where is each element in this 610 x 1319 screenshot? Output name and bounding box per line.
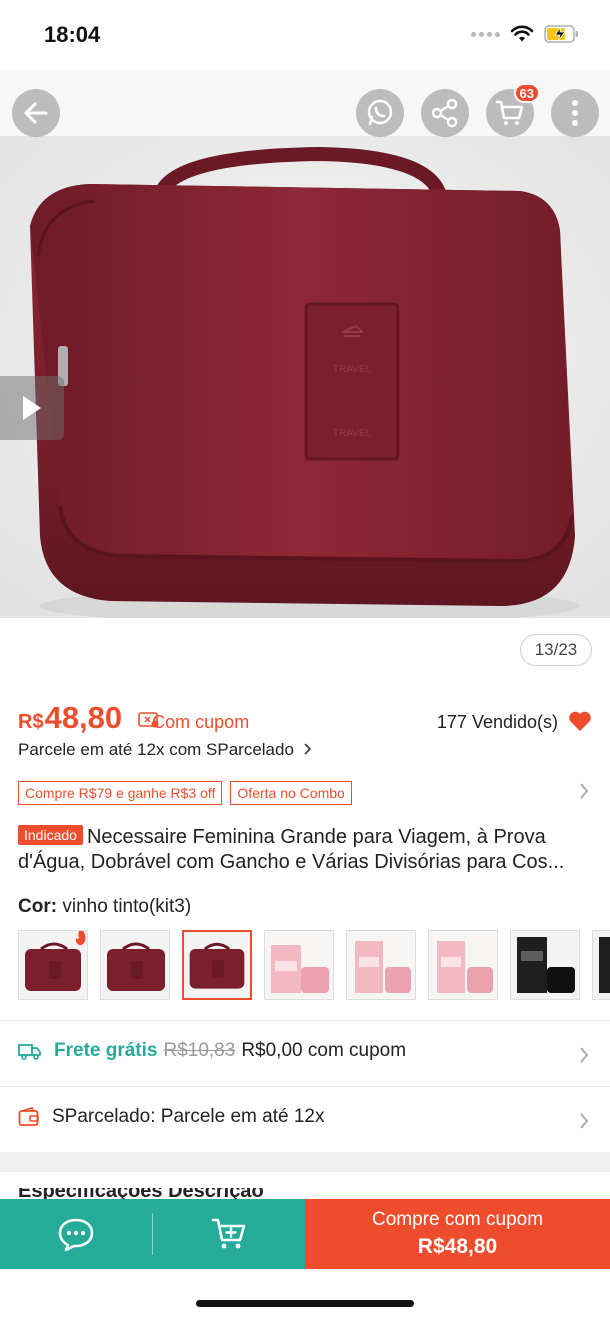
status-bar: 18:04 [0, 0, 610, 70]
home-indicator [196, 1300, 414, 1307]
chevron-right-icon[interactable] [578, 1045, 590, 1065]
buy-with-coupon-button[interactable]: Compre com cupom R$48,80 [305, 1199, 610, 1269]
wifi-icon [510, 25, 534, 42]
chevron-right-icon [304, 743, 311, 755]
more-button[interactable] [551, 89, 599, 137]
battery-icon [544, 25, 578, 43]
fire-icon [75, 931, 86, 946]
variant-thumbnails [18, 930, 610, 1002]
variant-label-key: Cor: [18, 896, 58, 917]
variant-thumb-2[interactable] [100, 930, 170, 1000]
whatsapp-icon [367, 99, 393, 126]
video-play-button[interactable] [0, 376, 64, 440]
sold-count: 177 Vendido(s) [436, 712, 558, 732]
variant-thumb-1[interactable] [18, 930, 88, 1000]
buy-button-price: R$48,80 [417, 1235, 498, 1258]
chevron-right-icon[interactable] [578, 781, 590, 801]
price-row: R$ 48,80 Com cupom [18, 700, 249, 736]
bottom-left-actions [0, 1199, 305, 1269]
variant-thumb-3-selected[interactable] [182, 930, 252, 1000]
section-separator [0, 1152, 610, 1172]
shipping-old-price: R$10,83 [163, 1040, 236, 1061]
variant-thumb-4[interactable] [264, 930, 334, 1000]
product-image[interactable]: TRAVEL TRAVEL [0, 136, 610, 618]
bag-badge-text: TRAVEL [333, 364, 372, 375]
back-button[interactable] [12, 89, 60, 137]
more-icon [572, 100, 578, 126]
divider [0, 1086, 610, 1087]
price-currency: R$ [18, 711, 44, 733]
promo-tag-discount[interactable]: Compre R$79 e ganhe R$3 off [18, 781, 223, 805]
sparcelado-label: SParcelado: Parcele em até 12x [52, 1106, 325, 1127]
heart-icon[interactable] [568, 710, 592, 732]
variant-thumb-5[interactable] [346, 930, 416, 1000]
installments-link[interactable]: Parcele em até 12x com SParcelado [18, 740, 313, 760]
variant-thumb-8[interactable] [592, 930, 610, 1000]
product-title: Indicado Necessaire Feminina Grande para … [18, 825, 593, 875]
shipping-new-price: R$0,00 com cupom [241, 1040, 407, 1061]
buy-button-label: Compre com cupom [371, 1209, 544, 1230]
indicado-badge: Indicado [18, 825, 83, 845]
cart-count-badge: 63 [513, 83, 540, 103]
back-arrow-icon [24, 102, 48, 124]
truck-icon [18, 1044, 41, 1060]
status-time: 18:04 [44, 22, 101, 47]
play-icon [23, 396, 41, 420]
add-to-cart-icon [211, 1218, 246, 1249]
divider [0, 1020, 610, 1021]
coupon-label: Com cupom [152, 712, 250, 732]
price-value: 48,80 [44, 700, 123, 735]
chat-icon [58, 1218, 94, 1251]
whatsapp-button[interactable] [356, 89, 404, 137]
installments-text: Parcele em até 12x com SParcelado [18, 740, 294, 759]
promo-tags[interactable]: Compre R$79 e ganhe R$3 off Oferta no Co… [18, 781, 352, 805]
sparcelado-row[interactable]: SParcelado: Parcele em até 12x [18, 1106, 325, 1128]
wallet-icon [18, 1107, 39, 1126]
bag-badge-text-bottom: TRAVEL [333, 428, 372, 439]
status-icons [471, 24, 580, 44]
free-shipping-label: Frete grátis [54, 1040, 158, 1061]
cart-button[interactable]: 63 [486, 83, 540, 137]
coupon-icon [138, 712, 159, 728]
shipping-row[interactable]: Frete grátis R$10,83 R$0,00 com cupom [18, 1040, 406, 1062]
chat-button[interactable] [0, 1199, 152, 1269]
title-line-1: Necessaire Feminina Grande para Viagem, … [86, 826, 546, 848]
share-icon [431, 98, 458, 128]
variant-label: Cor: vinho tinto(kit3) [18, 896, 191, 918]
image-counter: 13/23 [520, 634, 592, 666]
bottom-action-bar: Compre com cupom R$48,80 [0, 1199, 610, 1269]
variant-value: vinho tinto(kit3) [62, 896, 192, 917]
add-to-cart-button[interactable] [153, 1199, 305, 1269]
share-button[interactable] [421, 89, 469, 137]
bag-illustration: TRAVEL TRAVEL [0, 136, 610, 618]
title-line-2: d'Água, Dobrável com Gancho e Várias Div… [18, 851, 565, 873]
variant-thumb-6[interactable] [428, 930, 498, 1000]
variant-thumb-7[interactable] [510, 930, 580, 1000]
chevron-right-icon[interactable] [578, 1111, 590, 1131]
signal-icon [471, 31, 500, 37]
promo-tag-combo[interactable]: Oferta no Combo [230, 781, 352, 805]
